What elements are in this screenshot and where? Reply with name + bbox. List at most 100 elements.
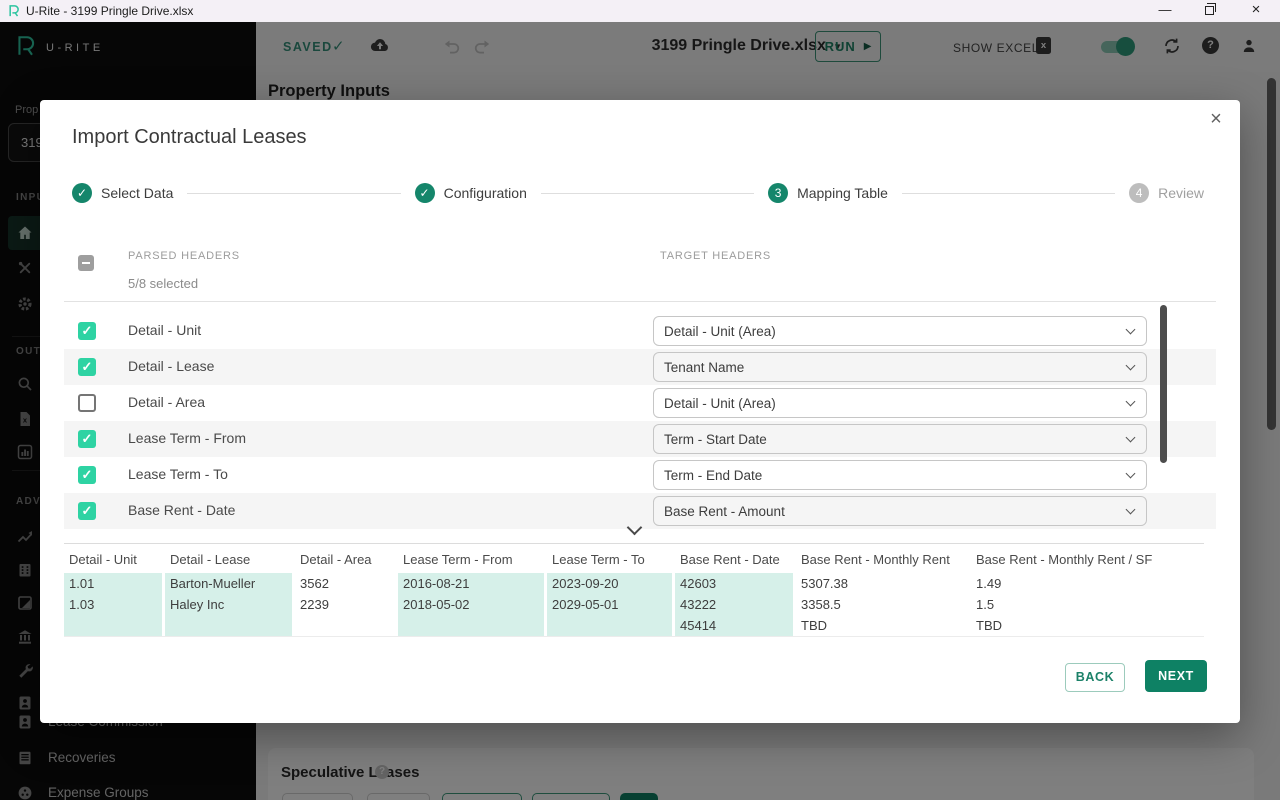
preview-cell: 42603 [675, 573, 793, 594]
restore-icon [1204, 2, 1217, 15]
step-label: Review [1158, 185, 1204, 201]
close-icon[interactable]: × [1205, 108, 1227, 130]
preview-column-header: Detail - Area [300, 552, 372, 567]
import-leases-modal: × Import Contractual Leases ✓ Select Data… [40, 100, 1240, 723]
target-header-select[interactable]: Base Rent - Amount [653, 496, 1147, 526]
target-header-select[interactable]: Detail - Unit (Area) [653, 316, 1147, 346]
preview-cell: 1.01 [64, 573, 162, 594]
preview-cell: Haley Inc [165, 594, 292, 615]
preview-cell [64, 615, 162, 636]
preview-cell: 1.03 [64, 594, 162, 615]
urite-logo-icon [7, 4, 21, 18]
preview-column-header: Lease Term - From [403, 552, 513, 567]
target-header-select[interactable]: Tenant Name [653, 352, 1147, 382]
select-value: Tenant Name [664, 360, 745, 375]
expand-chevron-icon[interactable] [628, 521, 640, 533]
preview-cell [165, 615, 292, 636]
select-all-checkbox[interactable] [78, 255, 94, 271]
step-label: Mapping Table [797, 185, 888, 201]
back-button[interactable]: BACK [1065, 663, 1125, 692]
step-label: Configuration [443, 185, 527, 201]
parsed-header-label: Base Rent - Date [128, 502, 236, 518]
preview-column-header: Base Rent - Monthly Rent / SF [976, 552, 1153, 567]
mapping-row: Detail - Area Detail - Unit (Area) [64, 385, 1216, 421]
chevron-down-icon [1125, 360, 1136, 371]
target-header-select[interactable]: Term - End Date [653, 460, 1147, 490]
parsed-header-label: Lease Term - From [128, 430, 246, 446]
step-connector [901, 192, 1116, 194]
preview-cell: 43222 [675, 594, 793, 615]
preview-cell [547, 615, 672, 636]
mapping-row: ✓ Lease Term - To Term - End Date [64, 457, 1216, 493]
parsed-header-label: Detail - Lease [128, 358, 215, 374]
mapping-rows: ✓ Detail - Unit Detail - Unit (Area) ✓ Detai… [64, 313, 1216, 529]
preview-cell: 2016-08-21 [398, 573, 544, 594]
restore-button[interactable] [1195, 0, 1223, 22]
select-value: Term - End Date [664, 468, 763, 483]
step-number: 3 [768, 183, 789, 203]
row-checkbox[interactable]: ✓ [78, 466, 96, 484]
divider [64, 301, 1216, 302]
screen: U-Rite - 3199 Pringle Drive.xlsx — × SAV… [0, 0, 1280, 800]
preview-column-header: Detail - Lease [170, 552, 251, 567]
select-value: Detail - Unit (Area) [664, 396, 776, 411]
target-header-select[interactable]: Detail - Unit (Area) [653, 388, 1147, 418]
minimize-button[interactable]: — [1151, 0, 1179, 22]
preview-cell: 3562 [300, 576, 329, 591]
row-checkbox[interactable]: ✓ [78, 322, 96, 340]
row-checkbox[interactable] [78, 394, 96, 412]
mapping-row: ✓ Detail - Unit Detail - Unit (Area) [64, 313, 1216, 349]
preview-cell: 2023-09-20 [547, 573, 672, 594]
preview-body: 1.01 Barton-Mueller 3562 2016-08-21 2023-09-… [64, 573, 1204, 636]
parsed-headers-label: PARSED HEADERS [128, 250, 240, 262]
mapping-scrollbar[interactable] [1160, 305, 1167, 463]
next-button[interactable]: NEXT [1145, 660, 1207, 692]
preview-row: 1.01 Barton-Mueller 3562 2016-08-21 2023-09-… [64, 573, 1204, 594]
mapping-row: ✓ Base Rent - Date Base Rent - Amount [64, 493, 1216, 529]
mapping-row: ✓ Detail - Lease Tenant Name [64, 349, 1216, 385]
row-checkbox[interactable]: ✓ [78, 358, 96, 376]
parsed-header-label: Lease Term - To [128, 466, 228, 482]
step-label: Select Data [101, 185, 174, 201]
preview-header-row: Detail - Unit Detail - Lease Detail - Area… [64, 544, 1204, 573]
preview-table: Detail - Unit Detail - Lease Detail - Area… [64, 543, 1204, 637]
preview-cell [295, 615, 395, 636]
preview-column-header: Detail - Unit [69, 552, 137, 567]
target-headers-label: TARGET HEADERS [660, 250, 772, 262]
row-checkbox[interactable]: ✓ [78, 502, 96, 520]
preview-row: 45414 TBD TBD [64, 615, 1204, 636]
preview-cell: 2029-05-01 [547, 594, 672, 615]
preview-cell: 2239 [300, 597, 329, 612]
preview-cell [398, 615, 544, 636]
target-header-select[interactable]: Term - Start Date [653, 424, 1147, 454]
chevron-down-icon [1125, 432, 1136, 443]
preview-cell: 5307.38 [801, 576, 848, 591]
preview-cell: 1.5 [976, 597, 995, 612]
chevron-down-icon [1125, 504, 1136, 515]
preview-cell: 1.49 [976, 576, 1002, 591]
chevron-down-icon [1125, 396, 1136, 407]
preview-cell: TBD [801, 618, 827, 633]
select-value: Detail - Unit (Area) [664, 324, 776, 339]
preview-cell: 3358.5 [801, 597, 841, 612]
mapping-row: ✓ Lease Term - From Term - Start Date [64, 421, 1216, 457]
preview-cell: TBD [976, 618, 1002, 633]
step-number: 4 [1129, 183, 1150, 203]
parsed-header-label: Detail - Unit [128, 322, 202, 338]
select-value: Base Rent - Amount [664, 504, 785, 519]
row-checkbox[interactable]: ✓ [78, 430, 96, 448]
close-window-button[interactable]: × [1242, 0, 1270, 22]
step-mapping-table[interactable]: 3 Mapping Table [768, 183, 888, 203]
select-value: Term - Start Date [664, 432, 767, 447]
stepper: ✓ Select Data ✓ Configuration 3 Mapping Table… [72, 182, 1204, 204]
preview-cell: 2018-05-02 [398, 594, 544, 615]
step-select-data[interactable]: ✓ Select Data [72, 183, 173, 203]
step-configuration[interactable]: ✓ Configuration [414, 183, 527, 203]
preview-cell: Barton-Mueller [165, 573, 292, 594]
preview-column-header: Lease Term - To [552, 552, 645, 567]
window-title: U-Rite - 3199 Pringle Drive.xlsx [26, 4, 194, 18]
preview-column-header: Base Rent - Monthly Rent [801, 552, 950, 567]
step-check-icon: ✓ [414, 183, 435, 203]
step-review[interactable]: 4 Review [1129, 183, 1204, 203]
chevron-down-icon [1125, 324, 1136, 335]
